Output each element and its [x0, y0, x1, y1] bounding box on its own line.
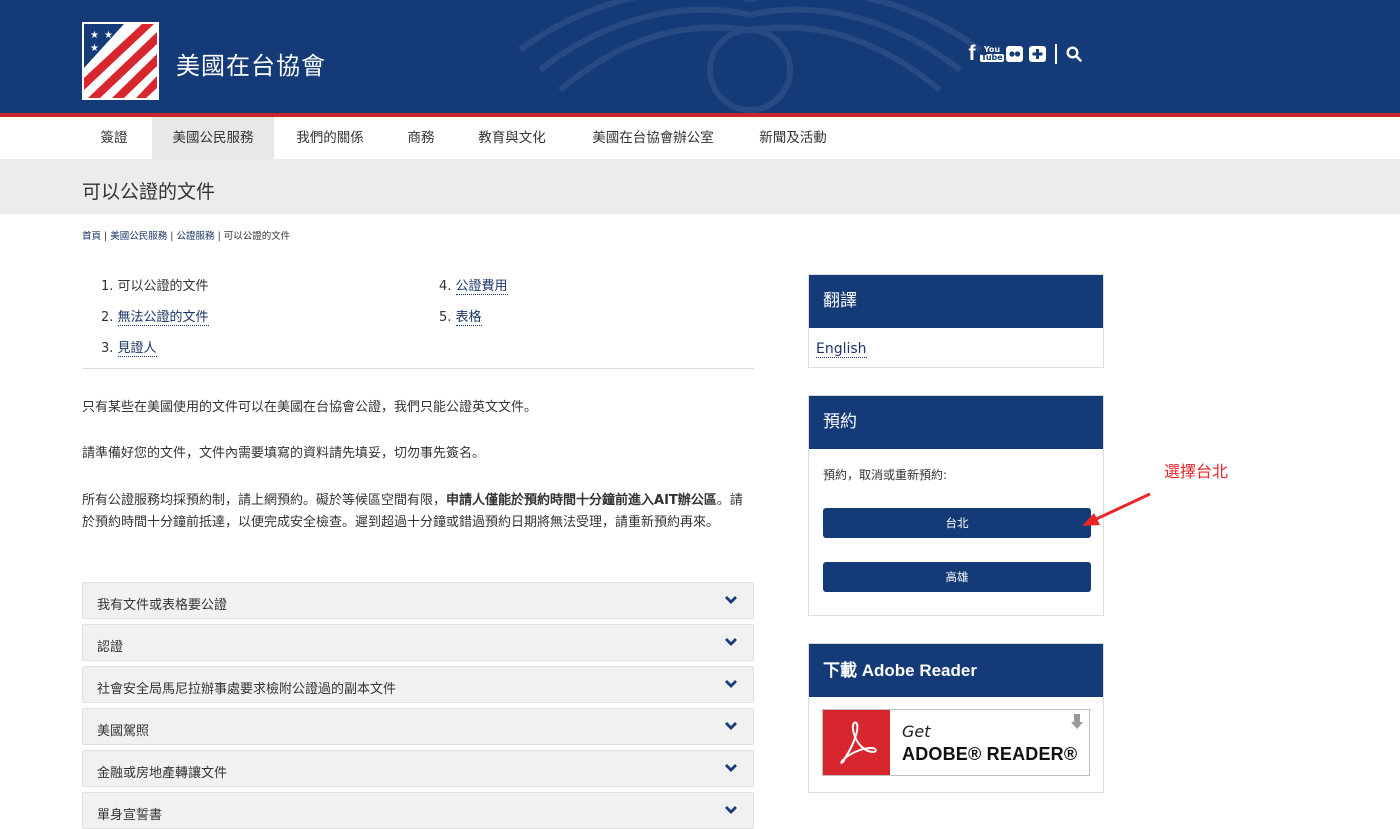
toc-item: 1. 可以公證的文件 — [101, 275, 209, 294]
chevron-down-icon — [725, 638, 737, 646]
nav-item-relations[interactable]: 我們的關係 — [282, 117, 378, 159]
accordion-label: 我有文件或表格要公證 — [97, 598, 228, 613]
youtube-icon[interactable]: You Tube — [980, 44, 1004, 64]
kaohsiung-button[interactable]: 高雄 — [823, 562, 1091, 592]
toc-number: 3. — [101, 341, 114, 356]
accordion-label: 美國駕照 — [97, 724, 150, 739]
toc-link[interactable]: 表格 — [455, 310, 482, 326]
main-nav: 簽證 美國公民服務 我們的關係 商務 教育與文化 美國在台協會辦公室 新聞及活動 — [0, 117, 1400, 159]
annotation-text: 選擇台北 — [1164, 462, 1229, 481]
toc-link[interactable]: 見證人 — [117, 341, 157, 357]
toc-number: 1. — [101, 279, 114, 294]
paragraph-bold-text: 申請人僅能於預約時間十分鐘前進入AIT辦公區 — [446, 493, 717, 508]
adobe-acrobat-icon — [840, 721, 877, 764]
adobe-logo — [823, 710, 890, 775]
accordion-label: 單身宣誓書 — [97, 808, 163, 823]
chevron-down-icon — [725, 764, 737, 772]
breadcrumb: 首頁 | 美國公民服務 | 公證服務 | 可以公證的文件 — [82, 228, 290, 242]
breadcrumb-notarial[interactable]: 公證服務 — [177, 231, 215, 242]
chevron-down-icon — [725, 596, 737, 604]
taipei-button[interactable]: 台北 — [823, 508, 1091, 538]
site-header: ★ ★ ★ ★ ★ 美國在台協會 f You Tube — [0, 0, 1400, 113]
translate-widget-title: 翻譯 — [809, 275, 1103, 328]
flickr-icon[interactable] — [1006, 46, 1023, 62]
intro-paragraph: 只有某些在美國使用的文件可以在美國在台協會公證，我們只能公證英文文件。 — [82, 400, 538, 415]
toc-item: 2. 無法公證的文件 — [101, 306, 209, 326]
paragraph-text: 所有公證服務均採預約制，請上網預約。礙於等候區空間有限， — [82, 493, 447, 508]
toc-number: 5. — [439, 310, 452, 325]
breadcrumb-current: 可以公證的文件 — [223, 231, 291, 242]
svg-text:★: ★ — [90, 43, 99, 54]
translate-widget: 翻譯 English — [808, 274, 1104, 368]
nav-item-citizen-services[interactable]: 美國公民服務 — [152, 117, 274, 159]
facebook-icon[interactable]: f — [966, 42, 978, 65]
svg-text:★: ★ — [104, 30, 113, 41]
appointment-widget-title: 預約 — [809, 396, 1103, 449]
download-arrow-icon — [1071, 714, 1083, 729]
nav-item-offices[interactable]: 美國在台協會辦公室 — [578, 117, 728, 159]
nav-item-visa[interactable]: 簽證 — [82, 117, 146, 159]
toc-link[interactable]: 公證費用 — [455, 279, 508, 295]
chevron-down-icon — [725, 722, 737, 730]
accordion-item[interactable]: 認證 — [82, 624, 754, 661]
english-link[interactable]: English — [816, 341, 867, 358]
nav-item-business[interactable]: 商務 — [396, 117, 446, 159]
accordion-item[interactable]: 我有文件或表格要公證 — [82, 582, 754, 619]
accordion-label: 認證 — [97, 640, 124, 655]
appointment-text: 預約，取消或重新預約: — [823, 468, 948, 482]
toc-label-current: 可以公證的文件 — [117, 279, 209, 294]
breadcrumb-sep: | — [214, 231, 224, 242]
accordion-label: 金融或房地產轉讓文件 — [97, 766, 228, 781]
toc-item: 3. 見證人 — [101, 337, 157, 357]
accordion-item[interactable]: 金融或房地產轉讓文件 — [82, 750, 754, 787]
chevron-down-icon — [725, 806, 737, 814]
toc-link[interactable]: 無法公證的文件 — [117, 310, 209, 326]
site-title[interactable]: 美國在台協會 — [176, 46, 326, 81]
adobe-widget-title: 下載 Adobe Reader — [809, 644, 1103, 697]
breadcrumb-sep: | — [167, 231, 177, 242]
nav-item-news-events[interactable]: 新聞及活動 — [746, 117, 840, 159]
annotation-arrow-icon — [1082, 492, 1151, 526]
appointment-widget: 預約 預約，取消或重新預約: 台北 高雄 — [808, 395, 1104, 616]
accordion-item[interactable]: 單身宣誓書 — [82, 792, 754, 829]
search-icon[interactable] — [1066, 44, 1082, 64]
accordion-item[interactable]: 社會安全局馬尼拉辦事處要求檢附公證過的副本文件 — [82, 666, 754, 703]
toc-number: 2. — [101, 310, 114, 325]
breadcrumb-home[interactable]: 首頁 — [82, 231, 101, 242]
page-title: 可以公證的文件 — [82, 181, 216, 203]
appointment-paragraph: 所有公證服務均採預約制，請上網預約。礙於等候區空間有限，申請人僅能於預約時間十分… — [82, 490, 752, 534]
adobe-reader-text: ADOBE® READER® — [902, 744, 1078, 764]
social-links: f You Tube — [966, 42, 1082, 65]
toc-item: 4. 公證費用 — [439, 275, 508, 295]
adobe-get-text: Get — [902, 722, 931, 741]
get-adobe-reader-banner[interactable]: Get ADOBE® READER® — [822, 709, 1090, 776]
chevron-down-icon — [725, 680, 737, 688]
youtube-icon-bottom-text: Tube — [980, 53, 1004, 62]
nav-item-education-culture[interactable]: 教育與文化 — [464, 117, 560, 159]
toc-item: 5. 表格 — [439, 306, 482, 326]
accordion-label: 社會安全局馬尼拉辦事處要求檢附公證過的副本文件 — [97, 682, 397, 697]
ait-logo[interactable]: ★ ★ ★ ★ ★ — [82, 22, 159, 100]
toc-number: 4. — [439, 279, 452, 294]
prep-paragraph: 請準備好您的文件，文件內需要填寫的資料請先填妥，切勿事先簽名。 — [82, 446, 486, 461]
breadcrumb-citizen-services[interactable]: 美國公民服務 — [110, 231, 167, 242]
divider — [1055, 44, 1057, 64]
svg-text:★: ★ — [90, 30, 99, 41]
plus-icon[interactable] — [1029, 46, 1046, 62]
breadcrumb-sep: | — [101, 231, 111, 242]
accordion-item[interactable]: 美國駕照 — [82, 708, 754, 745]
table-of-contents: 1. 可以公證的文件 2. 無法公證的文件 3. 見證人 4. 公證費用 5. … — [82, 272, 754, 369]
flag-logo-icon: ★ ★ ★ ★ ★ — [84, 24, 157, 98]
